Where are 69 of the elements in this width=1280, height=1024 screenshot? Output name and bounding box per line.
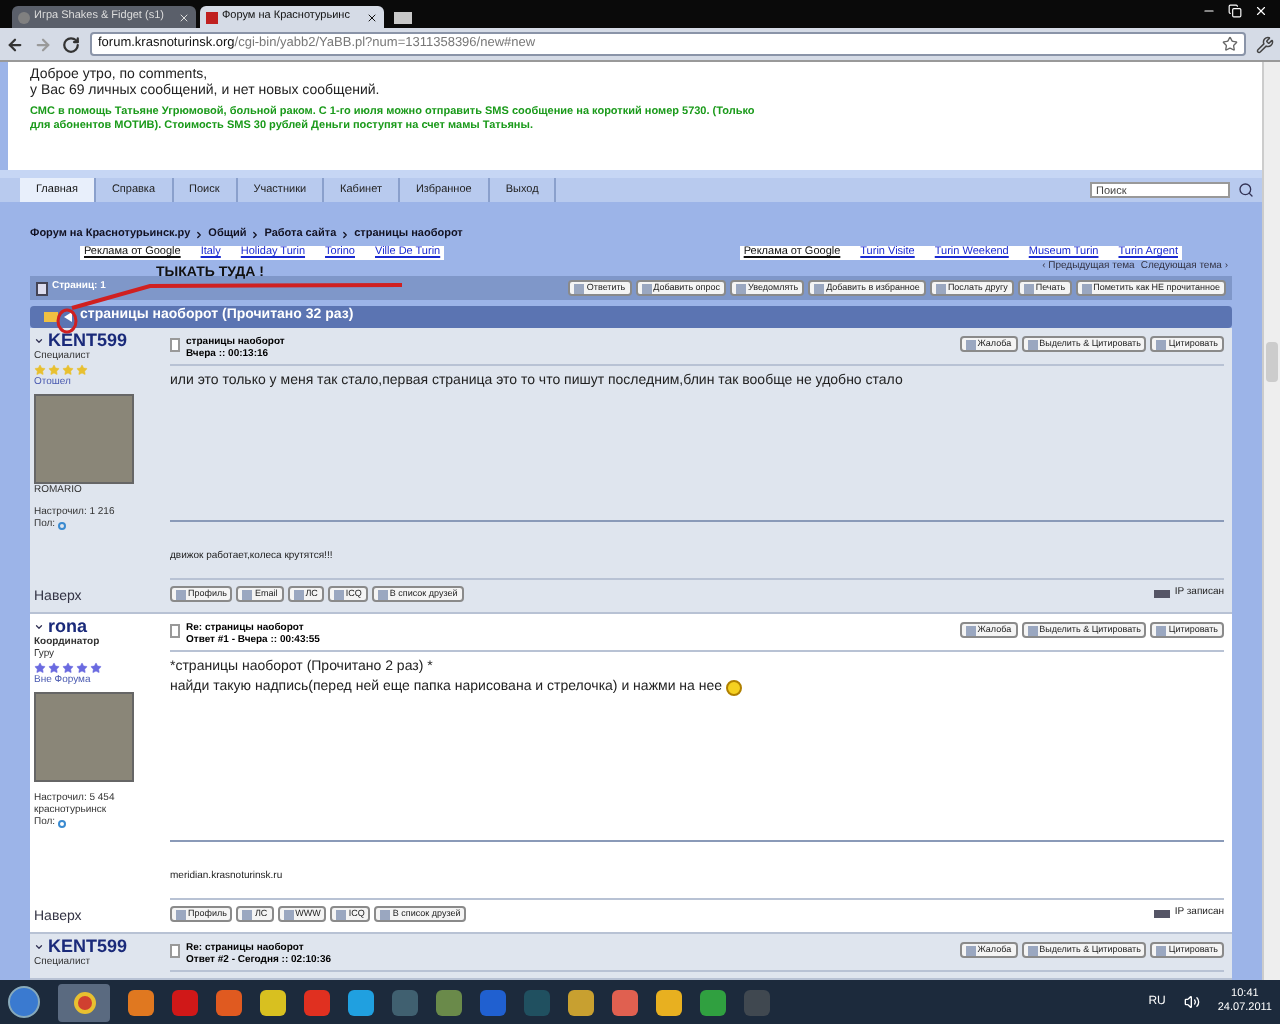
button-icon	[293, 589, 304, 599]
button-icon	[641, 283, 652, 293]
button-icon	[736, 283, 747, 293]
button-icon	[242, 909, 253, 919]
button-icon	[176, 589, 186, 599]
folder-icon	[44, 312, 58, 322]
search-icon[interactable]	[1238, 182, 1254, 198]
back-icon[interactable]	[6, 35, 24, 53]
button-icon	[1156, 339, 1167, 349]
button-icon	[1027, 945, 1038, 955]
button-icon	[176, 909, 186, 919]
document-icon	[170, 338, 180, 352]
author-name[interactable]: rona	[48, 618, 88, 636]
wrench-icon[interactable]	[1256, 35, 1274, 53]
photo-placeholder	[34, 692, 134, 782]
app-icon[interactable]	[700, 989, 726, 1015]
button-icon	[336, 909, 347, 919]
button-icon	[242, 589, 253, 599]
tab-favicon	[18, 11, 30, 23]
bookmark-star-icon[interactable]	[1222, 36, 1238, 52]
ip-icon	[1154, 590, 1171, 598]
speaker-icon[interactable]	[1183, 994, 1200, 1010]
app-icon[interactable]	[128, 989, 154, 1015]
button-icon	[380, 909, 391, 919]
minimize-icon[interactable]	[1202, 4, 1216, 18]
breadcrumb-separator-icon	[194, 229, 205, 239]
button-icon	[1027, 625, 1038, 635]
author-name[interactable]: KENT599	[48, 938, 128, 956]
ip-icon	[1154, 910, 1171, 918]
app-icon[interactable]	[612, 989, 638, 1015]
button-icon	[965, 625, 976, 635]
button-icon	[574, 283, 585, 293]
button-icon	[965, 339, 976, 349]
document-icon	[170, 624, 180, 638]
caret-icon	[34, 942, 44, 952]
button-icon	[814, 283, 825, 293]
caret-icon	[34, 336, 44, 346]
button-icon	[1081, 283, 1092, 293]
caret-icon	[34, 622, 44, 632]
button-icon	[1156, 945, 1167, 955]
app-icon[interactable]	[436, 989, 462, 1015]
app-icon[interactable]	[568, 989, 594, 1015]
breadcrumb-separator-icon	[250, 229, 261, 239]
button-icon	[1023, 283, 1034, 293]
button-icon	[1027, 339, 1038, 349]
browser-icon[interactable]	[58, 983, 110, 1021]
start-button[interactable]	[8, 986, 40, 1018]
app-icon[interactable]	[260, 989, 286, 1015]
close-icon[interactable]	[366, 11, 378, 23]
reload-icon[interactable]	[62, 35, 80, 53]
breadcrumb-separator-icon	[340, 229, 351, 239]
button-icon	[333, 589, 344, 599]
button-icon	[283, 909, 294, 919]
app-icon[interactable]	[656, 989, 682, 1015]
button-icon	[935, 283, 946, 293]
photo-placeholder	[34, 394, 134, 484]
annotation-circle	[56, 308, 78, 334]
button-icon	[1156, 625, 1167, 635]
scrollbar[interactable]	[1262, 62, 1280, 980]
tab-favicon	[206, 11, 218, 23]
app-icon[interactable]	[216, 989, 242, 1015]
arrow-icon[interactable]	[64, 312, 74, 322]
restore-icon[interactable]	[1228, 4, 1242, 18]
app-icon[interactable]	[348, 989, 374, 1015]
button-icon	[377, 589, 388, 599]
button-icon	[965, 945, 976, 955]
document-icon	[170, 944, 180, 958]
author-name[interactable]: KENT599	[48, 332, 128, 350]
page-icon	[36, 281, 48, 295]
